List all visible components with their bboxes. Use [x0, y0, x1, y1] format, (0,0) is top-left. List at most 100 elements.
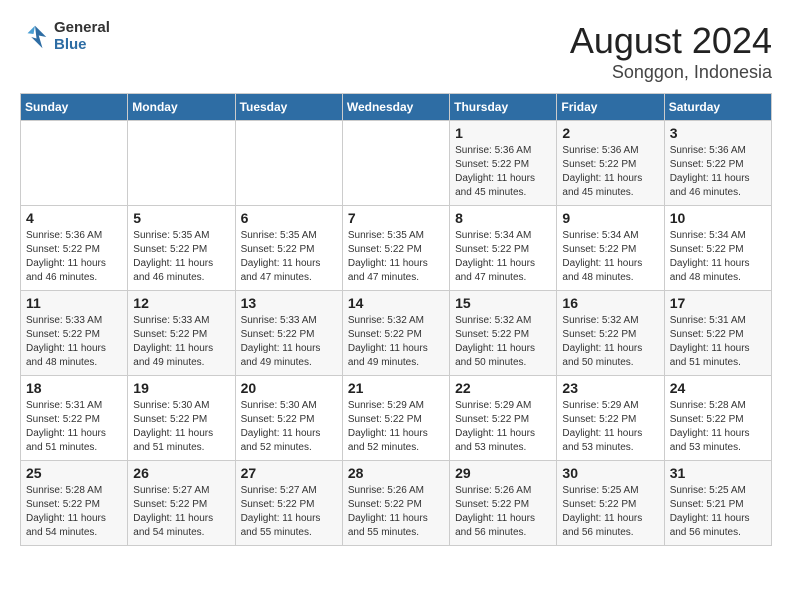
day-info: Sunrise: 5:29 AM Sunset: 5:22 PM Dayligh… [562, 399, 658, 455]
calendar-cell: 2 Sunrise: 5:36 AM Sunset: 5:22 PM Daylig… [557, 121, 664, 206]
day-info: Sunrise: 5:34 AM Sunset: 5:22 PM Dayligh… [455, 229, 551, 285]
day-info: Sunrise: 5:25 AM Sunset: 5:21 PM Dayligh… [670, 484, 766, 540]
day-info: Sunrise: 5:30 AM Sunset: 5:22 PM Dayligh… [133, 399, 229, 455]
day-info: Sunrise: 5:36 AM Sunset: 5:22 PM Dayligh… [562, 144, 658, 200]
calendar-cell [128, 121, 235, 206]
calendar-cell: 10 Sunrise: 5:34 AM Sunset: 5:22 PM Dayli… [664, 206, 771, 291]
page-title: August 2024 [570, 20, 772, 62]
weekday-header-row: SundayMondayTuesdayWednesdayThursdayFrid… [21, 94, 772, 121]
day-info: Sunrise: 5:36 AM Sunset: 5:22 PM Dayligh… [455, 144, 551, 200]
calendar-week-row: 4Sunrise: 5:36 AM Sunset: 5:22 PM Daylig… [21, 206, 772, 291]
day-info: Sunrise: 5:32 AM Sunset: 5:22 PM Dayligh… [455, 314, 551, 370]
day-number: 19 [133, 380, 229, 396]
day-info: Sunrise: 5:25 AM Sunset: 5:22 PM Dayligh… [562, 484, 658, 540]
calendar-cell: 31Sunrise: 5:25 AM Sunset: 5:21 PM Dayli… [664, 461, 771, 546]
calendar-cell: 1 Sunrise: 5:36 AM Sunset: 5:22 PM Daylig… [450, 121, 557, 206]
calendar-cell: 13Sunrise: 5:33 AM Sunset: 5:22 PM Dayli… [235, 291, 342, 376]
day-number: 2 [562, 125, 658, 141]
day-number: 12 [133, 295, 229, 311]
calendar-cell: 16 Sunrise: 5:32 AM Sunset: 5:22 PM Dayli… [557, 291, 664, 376]
day-number: 28 [348, 465, 444, 481]
calendar-cell: 9Sunrise: 5:34 AM Sunset: 5:22 PM Daylig… [557, 206, 664, 291]
weekday-header-sunday: Sunday [21, 94, 128, 121]
logo-icon [20, 22, 50, 52]
day-number: 18 [26, 380, 122, 396]
calendar-cell: 22Sunrise: 5:29 AM Sunset: 5:22 PM Dayli… [450, 376, 557, 461]
day-info: Sunrise: 5:31 AM Sunset: 5:22 PM Dayligh… [26, 399, 122, 455]
day-info: Sunrise: 5:28 AM Sunset: 5:22 PM Dayligh… [26, 484, 122, 540]
calendar-cell [235, 121, 342, 206]
calendar-cell: 25 Sunrise: 5:28 AM Sunset: 5:22 PM Dayli… [21, 461, 128, 546]
day-number: 10 [670, 210, 766, 226]
day-info: Sunrise: 5:29 AM Sunset: 5:22 PM Dayligh… [455, 399, 551, 455]
day-number: 20 [241, 380, 337, 396]
calendar-week-row: 11 Sunrise: 5:33 AM Sunset: 5:22 PM Dayli… [21, 291, 772, 376]
day-info: Sunrise: 5:35 AM Sunset: 5:22 PM Dayligh… [133, 229, 229, 285]
calendar-week-row: 18 Sunrise: 5:31 AM Sunset: 5:22 PM Dayli… [21, 376, 772, 461]
calendar-table: SundayMondayTuesdayWednesdayThursdayFrid… [20, 93, 772, 546]
day-number: 4 [26, 210, 122, 226]
weekday-header-monday: Monday [128, 94, 235, 121]
logo-text: General Blue [54, 20, 110, 53]
weekday-header-thursday: Thursday [450, 94, 557, 121]
day-number: 30 [562, 465, 658, 481]
title-block: August 2024 Songgon, Indonesia [570, 20, 772, 83]
weekday-header-friday: Friday [557, 94, 664, 121]
calendar-cell: 15Sunrise: 5:32 AM Sunset: 5:22 PM Dayli… [450, 291, 557, 376]
page-header: General Blue August 2024 Songgon, Indone… [20, 20, 772, 83]
day-info: Sunrise: 5:30 AM Sunset: 5:22 PM Dayligh… [241, 399, 337, 455]
day-number: 21 [348, 380, 444, 396]
day-info: Sunrise: 5:35 AM Sunset: 5:22 PM Dayligh… [241, 229, 337, 285]
calendar-cell: 27 Sunrise: 5:27 AM Sunset: 5:22 PM Dayli… [235, 461, 342, 546]
calendar-cell: 26 Sunrise: 5:27 AM Sunset: 5:22 PM Dayli… [128, 461, 235, 546]
calendar-cell: 23 Sunrise: 5:29 AM Sunset: 5:22 PM Dayli… [557, 376, 664, 461]
day-info: Sunrise: 5:26 AM Sunset: 5:22 PM Dayligh… [348, 484, 444, 540]
day-info: Sunrise: 5:31 AM Sunset: 5:22 PM Dayligh… [670, 314, 766, 370]
day-number: 3 [670, 125, 766, 141]
day-info: Sunrise: 5:35 AM Sunset: 5:22 PM Dayligh… [348, 229, 444, 285]
day-info: Sunrise: 5:32 AM Sunset: 5:22 PM Dayligh… [562, 314, 658, 370]
calendar-cell: 17Sunrise: 5:31 AM Sunset: 5:22 PM Dayli… [664, 291, 771, 376]
calendar-cell: 6Sunrise: 5:35 AM Sunset: 5:22 PM Daylig… [235, 206, 342, 291]
weekday-header-wednesday: Wednesday [342, 94, 449, 121]
logo: General Blue [20, 20, 110, 53]
calendar-cell: 30 Sunrise: 5:25 AM Sunset: 5:22 PM Dayli… [557, 461, 664, 546]
calendar-cell: 7 Sunrise: 5:35 AM Sunset: 5:22 PM Daylig… [342, 206, 449, 291]
calendar-cell [342, 121, 449, 206]
calendar-week-row: 1 Sunrise: 5:36 AM Sunset: 5:22 PM Daylig… [21, 121, 772, 206]
day-info: Sunrise: 5:27 AM Sunset: 5:22 PM Dayligh… [241, 484, 337, 540]
calendar-cell: 11 Sunrise: 5:33 AM Sunset: 5:22 PM Dayli… [21, 291, 128, 376]
calendar-cell: 18 Sunrise: 5:31 AM Sunset: 5:22 PM Dayli… [21, 376, 128, 461]
day-info: Sunrise: 5:29 AM Sunset: 5:22 PM Dayligh… [348, 399, 444, 455]
day-info: Sunrise: 5:27 AM Sunset: 5:22 PM Dayligh… [133, 484, 229, 540]
weekday-header-tuesday: Tuesday [235, 94, 342, 121]
day-info: Sunrise: 5:36 AM Sunset: 5:22 PM Dayligh… [670, 144, 766, 200]
day-number: 5 [133, 210, 229, 226]
day-info: Sunrise: 5:32 AM Sunset: 5:22 PM Dayligh… [348, 314, 444, 370]
calendar-cell [21, 121, 128, 206]
calendar-week-row: 25 Sunrise: 5:28 AM Sunset: 5:22 PM Dayli… [21, 461, 772, 546]
day-number: 23 [562, 380, 658, 396]
page-subtitle: Songgon, Indonesia [570, 62, 772, 83]
day-number: 1 [455, 125, 551, 141]
calendar-cell: 4Sunrise: 5:36 AM Sunset: 5:22 PM Daylig… [21, 206, 128, 291]
day-number: 27 [241, 465, 337, 481]
day-info: Sunrise: 5:33 AM Sunset: 5:22 PM Dayligh… [26, 314, 122, 370]
day-number: 11 [26, 295, 122, 311]
calendar-cell: 5 Sunrise: 5:35 AM Sunset: 5:22 PM Daylig… [128, 206, 235, 291]
calendar-cell: 19 Sunrise: 5:30 AM Sunset: 5:22 PM Dayli… [128, 376, 235, 461]
day-number: 24 [670, 380, 766, 396]
day-number: 9 [562, 210, 658, 226]
day-number: 25 [26, 465, 122, 481]
calendar-cell: 24Sunrise: 5:28 AM Sunset: 5:22 PM Dayli… [664, 376, 771, 461]
day-number: 16 [562, 295, 658, 311]
calendar-cell: 12Sunrise: 5:33 AM Sunset: 5:22 PM Dayli… [128, 291, 235, 376]
day-number: 29 [455, 465, 551, 481]
day-number: 7 [348, 210, 444, 226]
calendar-cell: 3 Sunrise: 5:36 AM Sunset: 5:22 PM Daylig… [664, 121, 771, 206]
calendar-cell: 8 Sunrise: 5:34 AM Sunset: 5:22 PM Daylig… [450, 206, 557, 291]
day-info: Sunrise: 5:34 AM Sunset: 5:22 PM Dayligh… [670, 229, 766, 285]
day-info: Sunrise: 5:26 AM Sunset: 5:22 PM Dayligh… [455, 484, 551, 540]
day-number: 26 [133, 465, 229, 481]
day-number: 8 [455, 210, 551, 226]
